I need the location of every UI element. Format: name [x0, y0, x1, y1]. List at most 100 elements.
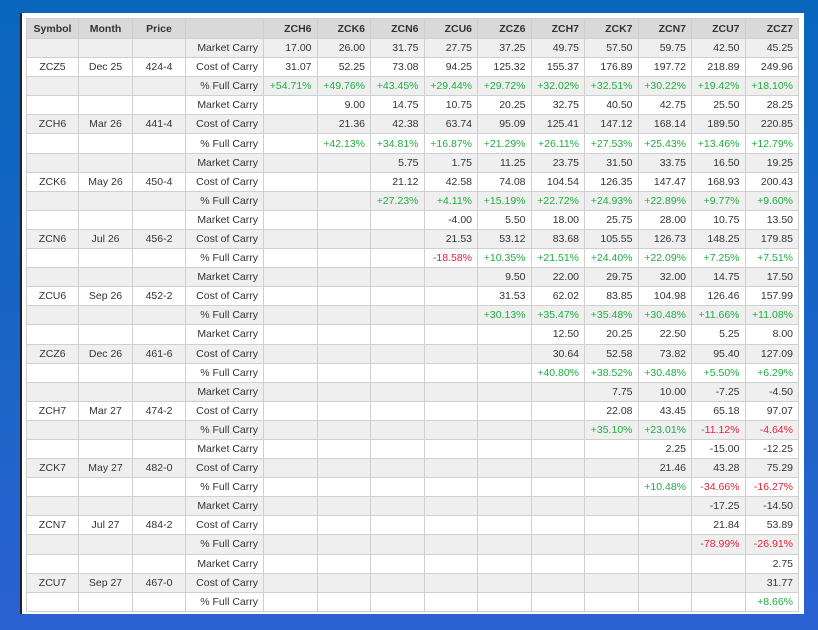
table-row: Market Carry -4.00 5.50 18.00 25.75 28.00 10.7… — [26, 209, 799, 230]
header-contract-zcu6[interactable]: ZCU6 — [423, 18, 478, 39]
header-month[interactable]: Month — [78, 18, 133, 39]
month-cell: Jul 26 — [78, 228, 133, 250]
header-contract-zcz6[interactable]: ZCZ6 — [477, 18, 532, 39]
full-value-cell: +40.80% — [530, 362, 585, 383]
header-contract-zck6[interactable]: ZCK6 — [316, 18, 371, 39]
cost-value-cell — [477, 343, 532, 364]
price-cell: 484-2 — [132, 515, 186, 536]
cost-value-cell — [370, 458, 425, 479]
cost-value-cell: 97.07 — [744, 400, 799, 421]
market-value-cell — [316, 324, 371, 345]
market-value-cell — [370, 438, 425, 460]
market-value-cell: 31.50 — [584, 152, 639, 173]
market-value-cell: 2.75 — [744, 553, 799, 574]
month-cell — [78, 496, 133, 517]
price-cell — [132, 496, 186, 517]
price-cell — [132, 95, 186, 116]
cost-value-cell: 63.74 — [423, 114, 478, 135]
symbol-cell — [26, 133, 79, 154]
table-row: % Full Carry +8.66% — [26, 591, 799, 612]
full-value-cell — [370, 362, 425, 383]
market-value-cell — [370, 381, 425, 402]
cost-value-cell — [263, 343, 318, 364]
header-price[interactable]: Price — [132, 18, 186, 39]
cost-value-cell — [370, 572, 425, 593]
market-value-cell: 10.75 — [691, 209, 746, 230]
cost-value-cell: 104.54 — [530, 171, 585, 192]
full-value-cell: +10.35% — [477, 248, 532, 269]
market-value-cell: 33.75 — [637, 152, 692, 173]
full-value-cell — [530, 419, 585, 440]
market-value-cell: 13.50 — [744, 209, 799, 230]
month-cell — [78, 419, 133, 440]
table-row: ZCH7 Mar 27 474-2 Cost of Carry 22.08 43.45 65… — [26, 400, 799, 421]
price-cell — [132, 209, 186, 230]
market-value-cell: 20.25 — [477, 95, 532, 116]
price-cell: 450-4 — [132, 171, 186, 192]
table-row: % Full Carry +27.23% +4.11% +15.19% +22.72% +… — [26, 190, 799, 211]
full-value-cell — [423, 477, 478, 498]
full-value-cell: +19.42% — [691, 76, 746, 97]
full-value-cell: +25.43% — [637, 133, 692, 154]
header-contract-zch7[interactable]: ZCH7 — [530, 18, 585, 39]
market-value-cell — [530, 438, 585, 460]
full-value-cell: +9.60% — [744, 190, 799, 211]
symbol-cell: ZCN6 — [26, 228, 79, 250]
full-value-cell: +42.13% — [316, 133, 371, 154]
cost-value-cell: 197.72 — [637, 57, 692, 78]
full-value-cell: +35.48% — [584, 305, 639, 326]
header-symbol[interactable]: Symbol — [26, 18, 79, 39]
header-contract-zck7[interactable]: ZCK7 — [584, 18, 639, 39]
table-row: Market Carry 2.25 -15.00 -12.25 — [26, 438, 799, 460]
cost-value-cell — [263, 286, 318, 307]
price-cell — [132, 534, 186, 555]
table-row: Market Carry 9.00 14.75 10.75 20.25 32.75 40.5… — [26, 95, 799, 116]
full-value-cell — [637, 591, 692, 612]
market-value-cell: 2.25 — [637, 438, 692, 460]
header-contract-zcn7[interactable]: ZCN7 — [637, 18, 692, 39]
cost-value-cell — [530, 400, 585, 421]
month-cell — [78, 381, 133, 402]
full-value-cell: -16.27% — [744, 477, 799, 498]
cost-value-cell — [263, 171, 318, 192]
header-contract-zcu7[interactable]: ZCU7 — [691, 18, 746, 39]
header-contract-zcz7[interactable]: ZCZ7 — [744, 18, 799, 39]
market-value-cell — [370, 267, 425, 288]
price-cell — [132, 419, 186, 440]
row-label: % Full Carry — [185, 591, 264, 612]
month-cell — [78, 305, 133, 326]
month-cell — [78, 267, 133, 288]
row-label: Market Carry — [185, 438, 264, 460]
cost-value-cell: 65.18 — [691, 400, 746, 421]
row-label: % Full Carry — [185, 133, 264, 154]
full-value-cell: +26.11% — [530, 133, 585, 154]
price-cell — [132, 248, 186, 269]
price-cell — [132, 362, 186, 383]
cost-value-cell: 148.25 — [691, 228, 746, 250]
market-value-cell — [423, 438, 478, 460]
price-cell — [132, 477, 186, 498]
cost-value-cell: 126.46 — [691, 286, 746, 307]
cost-value-cell — [316, 458, 371, 479]
price-cell: 456-2 — [132, 228, 186, 250]
table-row: ZCN7 Jul 27 484-2 Cost of Carry 21.84 53.89 — [26, 515, 799, 536]
cost-value-cell: 43.45 — [637, 400, 692, 421]
month-cell: Mar 27 — [78, 400, 133, 421]
market-value-cell: 32.75 — [530, 95, 585, 116]
table-row: ZCU6 Sep 26 452-2 Cost of Carry 31.53 62.02 83… — [26, 286, 799, 307]
cost-value-cell — [316, 572, 371, 593]
month-cell — [78, 362, 133, 383]
market-value-cell: 8.00 — [744, 324, 799, 345]
header-contract-zch6[interactable]: ZCH6 — [263, 18, 318, 39]
cost-value-cell — [370, 400, 425, 421]
full-value-cell: +30.48% — [637, 362, 692, 383]
market-value-cell — [370, 324, 425, 345]
market-value-cell: 42.75 — [637, 95, 692, 116]
market-value-cell — [370, 496, 425, 517]
market-value-cell — [316, 553, 371, 574]
table-row: % Full Carry +42.13% +34.81% +16.87% +21.29%… — [26, 133, 799, 154]
header-contract-zcn6[interactable]: ZCN6 — [370, 18, 425, 39]
price-cell — [132, 190, 186, 211]
full-value-cell: +21.29% — [477, 133, 532, 154]
price-cell — [132, 591, 186, 612]
